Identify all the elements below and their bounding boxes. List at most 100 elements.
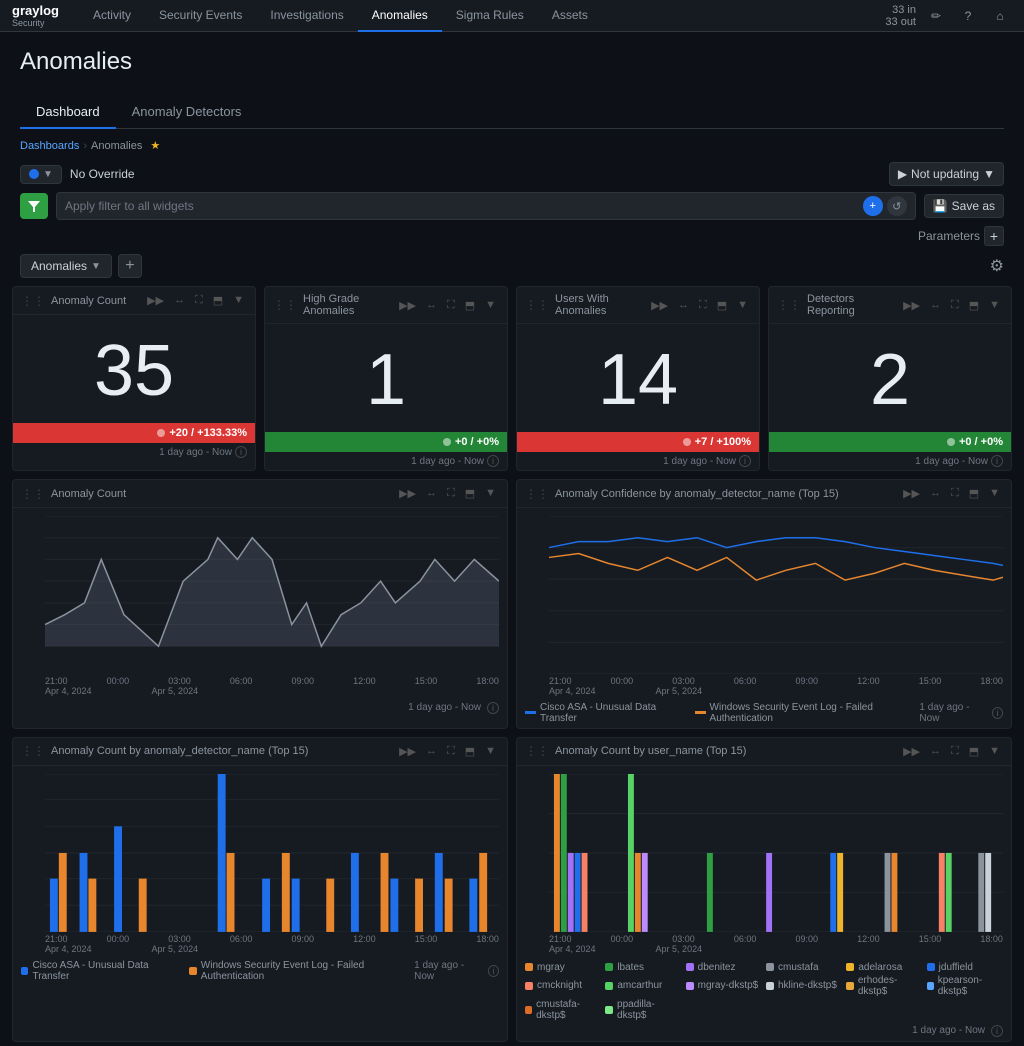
widget-expand-icon[interactable]: ↔ bbox=[171, 293, 188, 308]
time-selector[interactable]: ▼ bbox=[20, 165, 62, 184]
widget-fullscreen-icon[interactable]: ⛶ bbox=[948, 486, 962, 501]
dashboard-tab-anomalies[interactable]: Anomalies ▼ bbox=[20, 254, 112, 278]
widget-play-icon[interactable]: ▶▶ bbox=[900, 744, 923, 759]
widget-menu-icon[interactable]: ▼ bbox=[230, 293, 247, 308]
info-icon[interactable]: i bbox=[739, 455, 751, 467]
nav-item-activity[interactable]: Activity bbox=[79, 0, 145, 32]
favorite-icon[interactable]: ★ bbox=[150, 139, 160, 152]
widget-expand-icon[interactable]: ↔ bbox=[927, 486, 944, 501]
dashboard-settings-icon[interactable]: ⚙ bbox=[990, 256, 1004, 276]
widget-menu-icon[interactable]: ▼ bbox=[482, 744, 499, 759]
nav-item-assets[interactable]: Assets bbox=[538, 0, 602, 32]
drag-handle[interactable]: ⋮⋮ bbox=[21, 487, 45, 501]
legend-lbates: lbates bbox=[605, 962, 681, 973]
save-as-button[interactable]: 💾 Save as bbox=[924, 194, 1004, 218]
widget-menu-icon[interactable]: ▼ bbox=[986, 486, 1003, 501]
widget-fullscreen-icon[interactable]: ⛶ bbox=[696, 298, 710, 313]
change-bar-high-grade: +0 / +0% bbox=[265, 432, 507, 452]
count-footer-detectors-reporting: +0 / +0% 1 day ago - Now i bbox=[769, 432, 1011, 470]
drag-handle[interactable]: ⋮⋮ bbox=[777, 298, 801, 312]
widget-export-icon[interactable]: ⬒ bbox=[462, 486, 478, 501]
legend-label-windows: Windows Security Event Log - Failed Auth… bbox=[710, 702, 920, 724]
drag-handle[interactable]: ⋮⋮ bbox=[21, 294, 45, 308]
home-icon[interactable]: ⌂ bbox=[988, 4, 1012, 28]
drag-handle[interactable]: ⋮⋮ bbox=[273, 298, 297, 312]
widget-fullscreen-icon[interactable]: ⛶ bbox=[444, 744, 458, 759]
info-icon[interactable]: i bbox=[235, 446, 247, 458]
drag-handle[interactable]: ⋮⋮ bbox=[525, 487, 549, 501]
logo-sub: Security bbox=[12, 18, 59, 28]
widget-expand-icon[interactable]: ↔ bbox=[927, 298, 944, 313]
widget-expand-icon[interactable]: ↔ bbox=[423, 486, 440, 501]
widget-play-icon[interactable]: ▶▶ bbox=[396, 744, 419, 759]
chart-footer-anomaly-confidence: Cisco ASA - Unusual Data Transfer Window… bbox=[517, 700, 1011, 728]
widget-export-icon[interactable]: ⬒ bbox=[210, 293, 226, 308]
params-bar: Parameters + bbox=[0, 224, 1024, 250]
nav-item-sigma-rules[interactable]: Sigma Rules bbox=[442, 0, 538, 32]
widget-export-icon[interactable]: ⬒ bbox=[966, 744, 982, 759]
widget-expand-icon[interactable]: ↔ bbox=[927, 744, 944, 759]
info-icon[interactable]: i bbox=[488, 965, 499, 977]
widget-title-anomaly-count-chart: Anomaly Count bbox=[51, 488, 392, 500]
count-value-high-grade: 1 bbox=[366, 344, 406, 416]
widget-title-detectors-reporting: Detectors Reporting bbox=[807, 293, 896, 317]
legend-label-windows-bar: Windows Security Event Log - Failed Auth… bbox=[201, 960, 414, 982]
widget-fullscreen-icon[interactable]: ⛶ bbox=[444, 298, 458, 313]
widget-export-icon[interactable]: ⬒ bbox=[462, 744, 478, 759]
widget-menu-icon[interactable]: ▼ bbox=[482, 298, 499, 313]
widget-export-icon[interactable]: ⬒ bbox=[966, 298, 982, 313]
widget-expand-icon[interactable]: ↔ bbox=[675, 298, 692, 313]
count-value-users-anomalies: 14 bbox=[598, 344, 678, 416]
count-value-detectors-reporting: 2 bbox=[870, 344, 910, 416]
widget-expand-icon[interactable]: ↔ bbox=[423, 744, 440, 759]
widget-fullscreen-icon[interactable]: ⛶ bbox=[444, 486, 458, 501]
widget-export-icon[interactable]: ⬒ bbox=[462, 298, 478, 313]
widget-export-icon[interactable]: ⬒ bbox=[714, 298, 730, 313]
drag-handle[interactable]: ⋮⋮ bbox=[21, 744, 45, 758]
nav-item-security-events[interactable]: Security Events bbox=[145, 0, 256, 32]
info-icon[interactable]: i bbox=[992, 707, 1003, 719]
widget-fullscreen-icon[interactable]: ⛶ bbox=[948, 744, 962, 759]
widget-play-icon[interactable]: ▶▶ bbox=[648, 298, 671, 313]
top-navigation: graylog Security Activity Security Event… bbox=[0, 0, 1024, 32]
count-time-high-grade: 1 day ago - Now i bbox=[265, 452, 507, 470]
tab-dashboard[interactable]: Dashboard bbox=[20, 96, 116, 129]
breadcrumb-dashboards[interactable]: Dashboards bbox=[20, 140, 79, 152]
widget-play-icon[interactable]: ▶▶ bbox=[396, 486, 419, 501]
info-icon[interactable]: i bbox=[991, 455, 1003, 467]
widget-play-icon[interactable]: ▶▶ bbox=[900, 486, 923, 501]
not-updating-button[interactable]: ▶ Not updating ▼ bbox=[889, 162, 1004, 186]
count-by-detector-svg: 3 2.5 2 1.5 1 0.5 0 bbox=[45, 774, 499, 932]
filter-toggle[interactable] bbox=[20, 193, 48, 219]
drag-handle[interactable]: ⋮⋮ bbox=[525, 298, 549, 312]
widget-fullscreen-icon[interactable]: ⛶ bbox=[192, 293, 206, 308]
info-icon[interactable]: i bbox=[487, 455, 499, 467]
filter-bar[interactable]: Apply filter to all widgets + ↺ bbox=[56, 192, 916, 220]
tab-anomaly-detectors[interactable]: Anomaly Detectors bbox=[116, 96, 258, 129]
params-add-button[interactable]: + bbox=[984, 226, 1004, 246]
drag-handle[interactable]: ⋮⋮ bbox=[525, 744, 549, 758]
info-icon[interactable]: i bbox=[487, 702, 499, 714]
widget-expand-icon[interactable]: ↔ bbox=[423, 298, 440, 313]
widget-play-icon[interactable]: ▶▶ bbox=[900, 298, 923, 313]
widget-menu-icon[interactable]: ▼ bbox=[986, 298, 1003, 313]
filter-add-button[interactable]: + bbox=[863, 196, 883, 216]
info-icon[interactable]: i bbox=[991, 1025, 1003, 1037]
add-dashboard-tab-button[interactable]: + bbox=[118, 254, 142, 278]
widget-fullscreen-icon[interactable]: ⛶ bbox=[948, 298, 962, 313]
widget-count-by-detector: ⋮⋮ Anomaly Count by anomaly_detector_nam… bbox=[12, 737, 508, 1042]
widget-menu-icon[interactable]: ▼ bbox=[482, 486, 499, 501]
legend-dbenitez: dbenitez bbox=[686, 962, 762, 973]
widget-play-icon[interactable]: ▶▶ bbox=[396, 298, 419, 313]
widget-menu-icon[interactable]: ▼ bbox=[986, 744, 1003, 759]
widget-menu-icon[interactable]: ▼ bbox=[734, 298, 751, 313]
nav-item-investigations[interactable]: Investigations bbox=[256, 0, 357, 32]
widget-export-icon[interactable]: ⬒ bbox=[966, 486, 982, 501]
widget-play-icon[interactable]: ▶▶ bbox=[144, 293, 167, 308]
legend-label-cisco-bar: Cisco ASA - Unusual Data Transfer bbox=[32, 960, 177, 982]
help-icon[interactable]: ? bbox=[956, 4, 980, 28]
notifications-icon[interactable]: ✏ bbox=[924, 4, 948, 28]
widget-actions: ▶▶ ↔ ⛶ ⬒ ▼ bbox=[396, 298, 499, 313]
filter-history-button[interactable]: ↺ bbox=[887, 196, 907, 216]
nav-item-anomalies[interactable]: Anomalies bbox=[358, 0, 442, 32]
